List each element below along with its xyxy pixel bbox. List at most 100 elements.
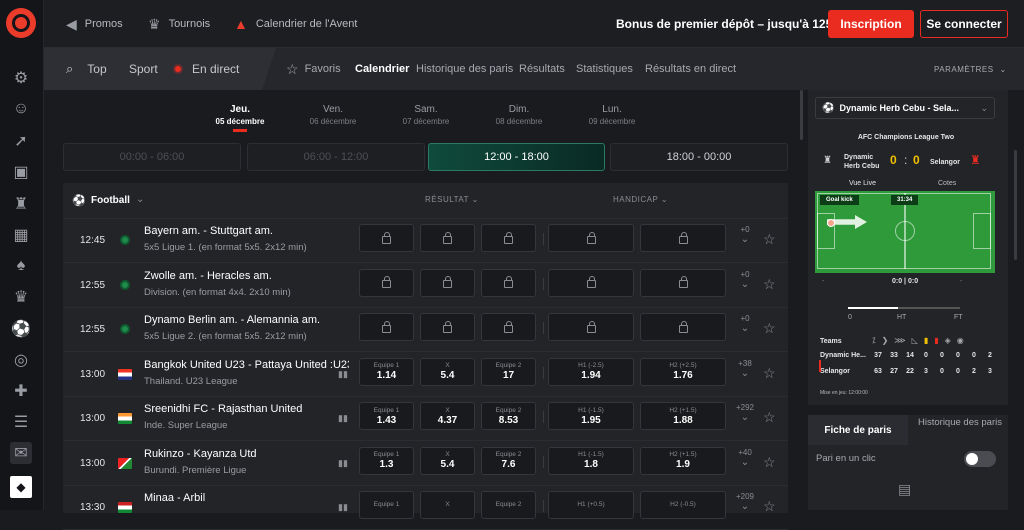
settings-menu[interactable]: PARAMÈTRES ⌄ — [934, 48, 1007, 90]
match-teams[interactable]: Sreenidhi FC - Rajasthan United — [144, 403, 349, 415]
nav-sport[interactable]: Sport — [129, 48, 158, 90]
favorite-star-icon[interactable]: ☆ — [763, 276, 776, 293]
gamepad-icon[interactable]: ✚ — [10, 380, 32, 402]
result-column-header[interactable]: RÉSULTAT ⌄ — [425, 195, 479, 204]
odd-button[interactable]: Equipe 1 1.43 — [359, 402, 414, 430]
more-markets[interactable]: +0 ⌄ — [735, 270, 755, 290]
day-tab[interactable]: Dim. 08 décembre — [479, 104, 559, 126]
odd-button[interactable]: Equipe 1 1.14 — [359, 357, 414, 386]
day-tab[interactable]: Ven. 06 décembre — [293, 104, 373, 126]
odd-button[interactable] — [548, 313, 634, 341]
odd-button[interactable] — [640, 313, 726, 341]
odd-button[interactable]: H2 (+1.5) 1.9 — [640, 446, 726, 475]
odd-button[interactable]: Equipe 2 — [481, 491, 536, 519]
day-tab[interactable]: Lun. 09 décembre — [572, 104, 652, 126]
odd-button[interactable]: H1 (-1.5) 1.95 — [548, 402, 634, 430]
time-slot[interactable]: 18:00 - 00:00 — [610, 143, 788, 171]
odd-button[interactable]: X 5.4 — [420, 357, 475, 386]
tv-icon[interactable]: ▣ — [10, 161, 32, 183]
nav-results[interactable]: Résultats — [519, 48, 565, 90]
odd-button[interactable]: H1 (-2.5) 1.94 — [548, 357, 634, 386]
odd-button[interactable]: Equipe 1 — [359, 491, 414, 519]
odd-button[interactable]: X — [420, 491, 475, 519]
match-teams[interactable]: Bayern am. - Stuttgart am. — [144, 225, 349, 237]
tower-icon[interactable]: ♜ — [10, 193, 32, 215]
odd-button[interactable] — [640, 268, 726, 297]
promos-link[interactable]: ◀ Promos — [66, 0, 123, 48]
favorite-star-icon[interactable]: ☆ — [763, 454, 776, 471]
day-tab[interactable]: Sam. 07 décembre — [386, 104, 466, 126]
favorite-star-icon[interactable]: ☆ — [763, 231, 776, 248]
cards-icon[interactable]: ♠ — [10, 255, 32, 277]
odd-button[interactable] — [481, 313, 536, 341]
tab-betslip[interactable]: Fiche de paris — [808, 415, 908, 445]
target-icon[interactable]: ◎ — [10, 349, 32, 371]
list-icon[interactable]: ☰ — [10, 411, 32, 433]
nav-live-results[interactable]: Résultats en direct — [645, 48, 736, 90]
stats-icon[interactable]: ▮▮ — [338, 502, 348, 513]
odd-button[interactable] — [548, 224, 634, 252]
time-slot[interactable]: 00:00 - 06:00 — [63, 143, 241, 171]
odd-button[interactable] — [359, 268, 414, 297]
more-markets[interactable]: +38 ⌄ — [735, 359, 755, 379]
tab-live-view[interactable]: Vue Live — [849, 180, 876, 187]
favorite-star-icon[interactable]: ☆ — [763, 409, 776, 426]
more-markets[interactable]: +209 ⌄ — [735, 492, 755, 512]
match-teams[interactable]: Minaa - Arbil — [144, 492, 349, 504]
odd-button[interactable]: H2 (-0.5) — [640, 491, 726, 519]
odd-button[interactable]: Equipe 2 8.53 — [481, 402, 536, 430]
login-button[interactable]: Se connecter — [920, 10, 1008, 38]
match-teams[interactable]: Rukinzo - Kayanza Utd — [144, 448, 349, 460]
table-row[interactable]: 13:30 Minaa - Arbil ▮▮ Equipe 1 X Equipe 2 H1 … — [63, 486, 788, 530]
odd-button[interactable] — [420, 313, 475, 341]
favorite-star-icon[interactable]: ☆ — [763, 498, 776, 515]
more-markets[interactable]: +40 ⌄ — [735, 448, 755, 468]
odd-button[interactable] — [481, 268, 536, 297]
tab-bet-history[interactable]: Historique des paris — [916, 417, 1004, 429]
table-row[interactable]: 12:55 Dynamo Berlin am. - Alemannia am. 5x… — [63, 308, 788, 352]
nav-history[interactable]: Historique des paris — [416, 48, 513, 90]
odd-button[interactable] — [420, 224, 475, 252]
odd-button[interactable]: H1 (+0.5) — [548, 491, 634, 519]
odd-button[interactable]: Equipe 2 17 — [481, 357, 536, 386]
odd-button[interactable]: H1 (-1.5) 1.8 — [548, 446, 634, 475]
one-click-toggle[interactable] — [964, 451, 996, 467]
grid-icon[interactable]: ▦ — [10, 224, 32, 246]
odd-button[interactable] — [420, 268, 475, 297]
more-markets[interactable]: +292 ⌄ — [735, 403, 755, 423]
match-select[interactable]: ⚽ Dynamic Herb Cebu - Sela... ⌄ — [815, 97, 995, 119]
table-row[interactable]: 13:00 Bangkok United U23 - Pattaya United… — [63, 353, 788, 397]
table-row[interactable]: 12:55 Zwolle am. - Heracles am. Division. … — [63, 264, 788, 308]
nav-calendar[interactable]: Calendrier — [355, 48, 409, 90]
more-markets[interactable]: +0 ⌄ — [735, 225, 755, 245]
scrollbar[interactable] — [1014, 150, 1017, 260]
ball-icon[interactable]: ⚽ — [10, 318, 32, 340]
nav-statistics[interactable]: Statistiques — [576, 48, 633, 90]
odd-button[interactable] — [640, 224, 726, 252]
stats-icon[interactable]: ▮▮ — [338, 458, 348, 469]
day-tab[interactable]: Jeu. 05 décembre — [200, 104, 280, 132]
tab-odds[interactable]: Cotes — [938, 180, 956, 187]
scrollbar[interactable] — [800, 90, 803, 140]
odd-button[interactable]: X 5.4 — [420, 446, 475, 475]
odd-button[interactable]: Equipe 1 1.3 — [359, 446, 414, 475]
time-slot-active[interactable]: 12:00 - 18:00 — [428, 143, 605, 171]
odd-button[interactable]: H2 (+1.5) 1.88 — [640, 402, 726, 430]
time-slot[interactable]: 06:00 - 12:00 — [247, 143, 425, 171]
tournaments-link[interactable]: ♛ Tournois — [148, 0, 210, 48]
flag-icon[interactable]: ◆ — [10, 476, 32, 498]
odd-button[interactable]: X 4.37 — [420, 402, 475, 430]
chat-icon[interactable]: ✉ — [10, 442, 32, 464]
signup-button[interactable]: Inscription — [828, 10, 914, 38]
table-row[interactable]: 12:45 Bayern am. - Stuttgart am. 5x5 Ligue… — [63, 219, 788, 263]
brand-logo[interactable] — [6, 8, 36, 38]
more-markets[interactable]: +0 ⌄ — [735, 314, 755, 334]
favorite-star-icon[interactable]: ☆ — [763, 365, 776, 382]
match-teams[interactable]: Dynamo Berlin am. - Alemannia am. — [144, 314, 349, 326]
stats-icon[interactable]: ▮▮ — [338, 413, 348, 424]
nav-favorites[interactable]: ☆ Favoris — [286, 48, 341, 90]
nav-live[interactable]: En direct — [175, 48, 239, 90]
match-teams[interactable]: Zwolle am. - Heracles am. — [144, 270, 349, 282]
user-icon[interactable]: ☺ — [10, 98, 32, 120]
handicap-column-header[interactable]: HANDICAP ⌄ — [613, 195, 668, 204]
